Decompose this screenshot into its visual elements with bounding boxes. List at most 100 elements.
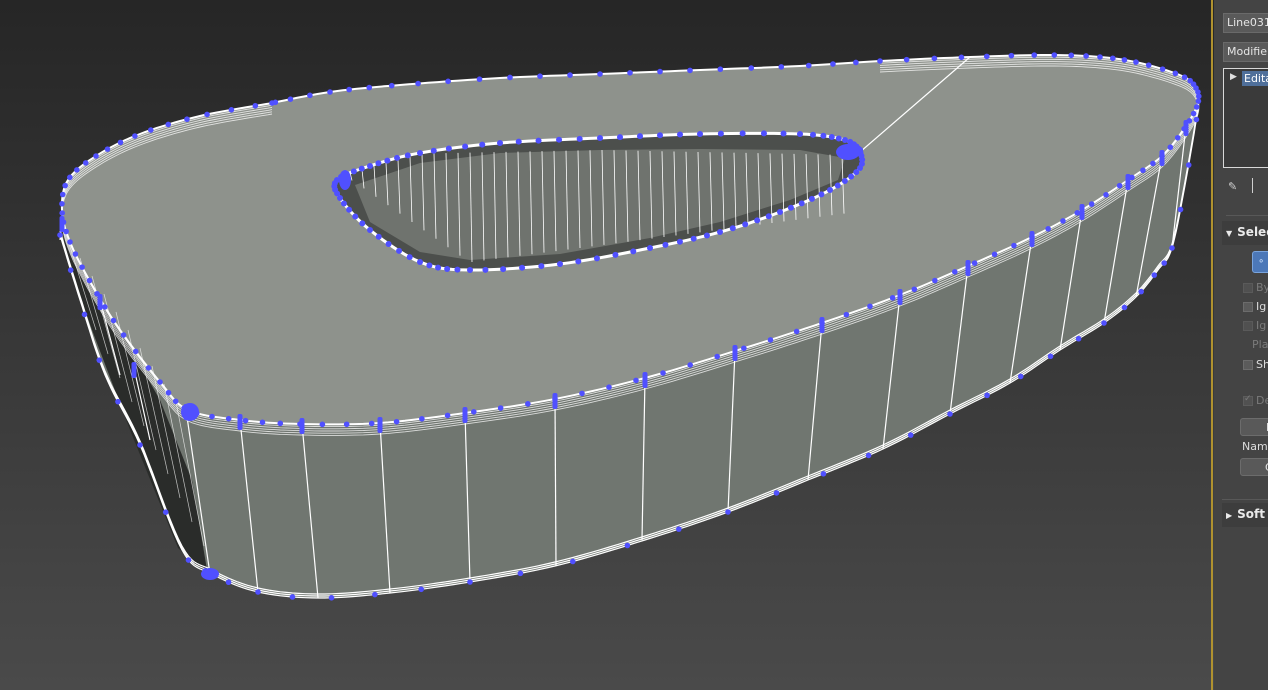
mesh-vertex (1190, 110, 1197, 117)
mesh-vertex (1008, 52, 1015, 59)
by-vertex-label: By (1256, 281, 1268, 294)
vertex-icon: ∘ (1258, 256, 1265, 267)
mesh-vertex-cluster (201, 568, 219, 580)
mesh-vertex (454, 266, 461, 273)
mesh-vertex (889, 295, 896, 301)
mesh-vertex (255, 589, 261, 595)
mesh-vertex (810, 131, 816, 138)
mesh-vertex (662, 241, 669, 248)
mesh-vertex (1161, 260, 1167, 266)
mesh-vertex (289, 594, 296, 600)
mesh-vertex (729, 225, 736, 232)
mesh-vertex (165, 121, 172, 128)
soft-selection-rollout-header[interactable]: ▶ Soft (1222, 503, 1268, 527)
mesh-vertex (687, 67, 693, 74)
ignore-visible-checkbox[interactable] (1243, 321, 1253, 331)
mesh-vertex (500, 266, 507, 273)
ignore-backfacing-checkbox[interactable] (1243, 302, 1253, 312)
mesh-vertex (59, 210, 65, 216)
mesh-vertex (79, 264, 85, 270)
modifier-stack-item[interactable]: ▶ Edita (1226, 71, 1268, 86)
mesh-vertex (1045, 226, 1051, 232)
mesh-vertex (569, 558, 576, 565)
mesh-vertex (132, 133, 138, 139)
mesh-vertex (426, 262, 433, 269)
mesh-vertex (430, 147, 437, 154)
mesh-vertex (637, 133, 643, 140)
mesh-vertex (147, 127, 154, 133)
selection-rollout-header[interactable]: ▼ Selec (1222, 221, 1268, 245)
selection-rollout-title: Selec (1237, 225, 1268, 239)
mesh-vertex (1193, 104, 1200, 110)
mesh-vertex (517, 570, 524, 577)
modifier-stack[interactable]: ▶ Edita (1223, 68, 1268, 168)
mesh-vertex (1167, 144, 1174, 151)
mesh-vertex (372, 591, 378, 598)
mesh-vertex (947, 411, 953, 417)
mesh-vertex (62, 182, 68, 189)
mesh-vertex (1133, 59, 1139, 65)
vertex-mode-button[interactable]: ∘ (1252, 251, 1268, 273)
mesh-vertex (384, 157, 391, 164)
modifier-list-dropdown[interactable]: Modifier (1223, 42, 1268, 62)
mesh-vertex-cluster (642, 372, 648, 388)
default-checkbox[interactable]: ✓ (1243, 394, 1253, 406)
by-vertex-checkbox[interactable] (1243, 283, 1253, 293)
show-checkbox[interactable] (1243, 360, 1253, 370)
mesh-vertex (368, 420, 375, 427)
mesh-vertex-cluster (1029, 231, 1035, 247)
mesh-vertex (805, 62, 812, 69)
mesh-vertex (359, 220, 366, 227)
mesh-vertex (767, 337, 774, 343)
mesh-vertex (350, 168, 357, 175)
mesh-vertex (575, 258, 582, 265)
mesh-vertex (86, 277, 93, 284)
mesh-vertex (1088, 201, 1095, 207)
mesh-vertex (853, 59, 859, 66)
mesh-vertex (346, 206, 353, 213)
mesh-vertex (787, 204, 794, 211)
pin-stack-icon[interactable]: ✎ (1228, 180, 1240, 193)
mesh-vertex (834, 182, 841, 189)
mesh-vertex (467, 267, 473, 273)
expand-arrow-icon[interactable]: ▶ (1230, 72, 1237, 82)
mesh-vertex (676, 526, 682, 532)
mesh-vertex (185, 557, 192, 563)
mesh-vertex-cluster (965, 260, 971, 276)
mesh-vertex-cluster (552, 393, 558, 409)
mesh-vertex (1187, 77, 1193, 84)
mesh-vertex (470, 408, 477, 415)
show-label: Sh (1256, 358, 1268, 371)
mesh-vertex (467, 579, 473, 585)
hide-button[interactable]: H (1240, 418, 1268, 436)
mesh-vertex (647, 245, 653, 251)
ignore-visible-label: Ig (1256, 319, 1267, 332)
mesh-vertex (765, 213, 772, 220)
object-name-field[interactable]: Line031 (1223, 13, 1268, 33)
mesh-vertex (820, 471, 827, 477)
mesh-vertex (818, 191, 825, 198)
mesh-vertex-cluster (897, 289, 903, 305)
mesh-vertex-cluster (1183, 120, 1189, 136)
expand-arrow-icon: ▶ (1226, 511, 1233, 520)
mesh-vertex (445, 78, 451, 85)
mesh-vertex (865, 452, 872, 459)
mesh-vertex (931, 55, 938, 62)
mesh-vertex (690, 235, 697, 242)
viewport[interactable] (0, 0, 1214, 690)
mesh-vertex (1110, 55, 1116, 62)
mesh-vertex (657, 132, 663, 139)
mesh-vertex (67, 267, 74, 273)
mesh-object[interactable] (0, 0, 1214, 690)
mesh-vertex (367, 227, 373, 233)
mesh-vertex (419, 416, 425, 422)
mesh-vertex (444, 265, 451, 272)
mesh-vertex (820, 132, 827, 139)
mesh-vertex (778, 64, 785, 70)
mesh-vertex (1101, 320, 1107, 326)
mesh-vertex (72, 251, 79, 257)
mesh-vertex (1121, 304, 1128, 311)
mesh-vertex (952, 269, 958, 275)
mesh-vertex (717, 66, 724, 73)
copy-button[interactable]: C (1240, 458, 1268, 476)
